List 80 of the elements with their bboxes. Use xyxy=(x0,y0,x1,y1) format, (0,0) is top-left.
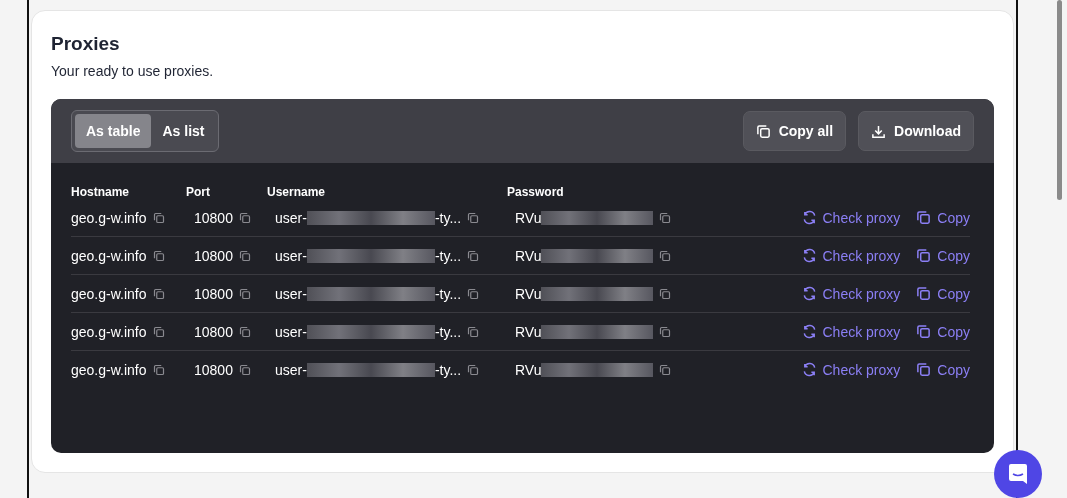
copy-icon xyxy=(152,325,165,338)
refresh-icon xyxy=(801,286,817,301)
copy-icon xyxy=(916,362,932,377)
username-end: -ty... xyxy=(434,361,462,378)
copy-icon xyxy=(238,211,251,224)
copy-icon xyxy=(467,287,480,300)
refresh-icon xyxy=(801,248,817,263)
username-end: -ty... xyxy=(434,323,462,340)
check-proxy-link[interactable]: Check proxy xyxy=(801,247,901,264)
copy-all-button[interactable]: Copy all xyxy=(742,111,847,151)
refresh-icon xyxy=(801,210,817,225)
copy-icon xyxy=(152,249,165,262)
check-proxy-link[interactable]: Check proxy xyxy=(801,285,901,302)
copy-icon xyxy=(755,123,771,139)
copy-icon xyxy=(916,248,932,263)
download-button[interactable]: Download xyxy=(858,111,974,151)
username-start: user- xyxy=(275,247,307,264)
password-start: RVu xyxy=(515,247,542,264)
chat-icon xyxy=(1008,463,1028,485)
column-header: Port xyxy=(186,185,211,199)
copy-icon xyxy=(467,249,480,262)
port-cell: 10800 xyxy=(194,361,233,378)
check-proxy-link[interactable]: Check proxy xyxy=(801,323,901,340)
password-start: RVu xyxy=(515,323,542,340)
username-start: user- xyxy=(275,361,307,378)
username-start: user- xyxy=(275,209,307,226)
view-tab[interactable]: As list xyxy=(151,114,216,148)
username-start: user- xyxy=(275,323,307,340)
column-header: Hostname xyxy=(71,185,130,199)
copy-link[interactable]: Copy xyxy=(916,209,970,226)
copy-icon xyxy=(238,363,251,376)
port-cell: 10800 xyxy=(194,323,233,340)
refresh-icon xyxy=(801,362,817,377)
hostname-cell: geo.g-w.info xyxy=(71,247,147,264)
copy-link[interactable]: Copy xyxy=(916,323,970,340)
chat-button[interactable] xyxy=(994,450,1042,498)
port-cell: 10800 xyxy=(194,285,233,302)
hostname-cell: geo.g-w.info xyxy=(71,285,147,302)
copy-icon xyxy=(467,211,480,224)
column-header: Password xyxy=(507,185,565,199)
copy-icon xyxy=(916,286,932,301)
copy-icon xyxy=(916,210,932,225)
hostname-cell: geo.g-w.info xyxy=(71,323,147,340)
copy-icon xyxy=(152,363,165,376)
copy-icon xyxy=(916,324,932,339)
copy-icon xyxy=(659,211,672,224)
password-start: RVu xyxy=(515,361,542,378)
scrollbar[interactable] xyxy=(1057,0,1062,200)
copy-icon xyxy=(659,287,672,300)
download-icon xyxy=(871,123,887,139)
username-start: user- xyxy=(275,285,307,302)
username-end: -ty... xyxy=(434,285,462,302)
copy-link[interactable]: Copy xyxy=(916,361,970,378)
copy-link[interactable]: Copy xyxy=(916,247,970,264)
copy-icon xyxy=(659,363,672,376)
check-proxy-link[interactable]: Check proxy xyxy=(801,209,901,226)
copy-icon xyxy=(467,325,480,338)
copy-icon xyxy=(238,249,251,262)
password-start: RVu xyxy=(515,285,542,302)
copy-link[interactable]: Copy xyxy=(916,285,970,302)
hostname-cell: geo.g-w.info xyxy=(71,209,147,226)
username-end: -ty... xyxy=(434,247,462,264)
copy-icon xyxy=(238,287,251,300)
card-subtitle: Your ready to use proxies. xyxy=(51,63,215,79)
hostname-cell: geo.g-w.info xyxy=(71,361,147,378)
copy-icon xyxy=(152,211,165,224)
copy-icon xyxy=(659,249,672,262)
port-cell: 10800 xyxy=(194,247,233,264)
card-title: Proxies xyxy=(51,33,121,55)
view-tab[interactable]: As table xyxy=(75,114,152,148)
copy-icon xyxy=(467,363,480,376)
check-proxy-link[interactable]: Check proxy xyxy=(801,361,901,378)
column-header: Username xyxy=(267,185,327,199)
copy-icon xyxy=(238,325,251,338)
password-start: RVu xyxy=(515,209,542,226)
username-end: -ty... xyxy=(434,209,462,226)
port-cell: 10800 xyxy=(194,209,233,226)
copy-icon xyxy=(152,287,165,300)
refresh-icon xyxy=(801,324,817,339)
copy-icon xyxy=(659,325,672,338)
